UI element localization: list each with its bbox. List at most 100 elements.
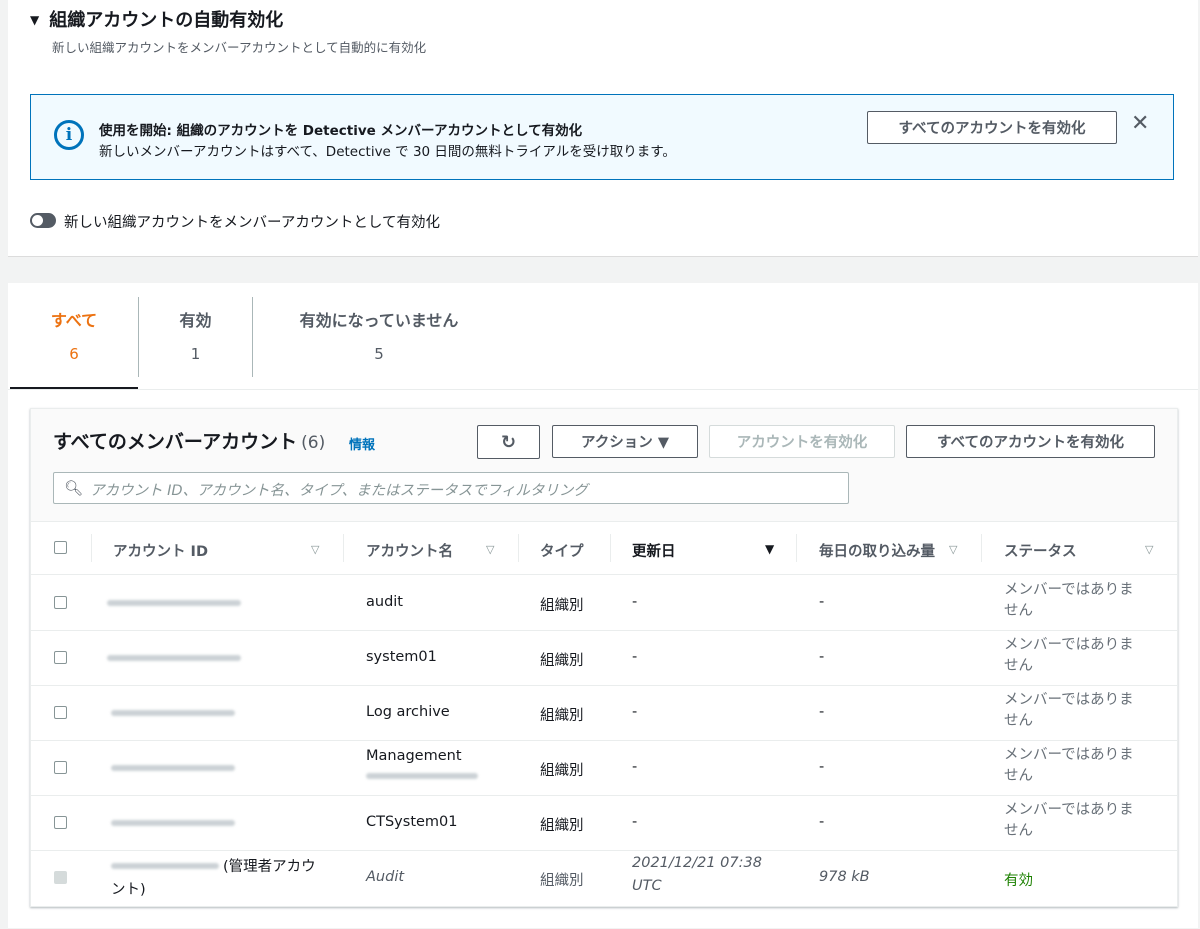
account-email-redacted (366, 773, 478, 779)
tabs-baseline (8, 389, 1198, 390)
status-line: メンバーではありま (1004, 637, 1134, 653)
filter-input[interactable]: 🔍︎ アカウント ID、アカウント名、タイプ、またはステータスでフィルタリング (53, 472, 849, 504)
tab-label: すべて (50, 311, 98, 330)
account-id-redacted (111, 710, 235, 716)
row-checkbox[interactable] (54, 706, 67, 719)
updated-date: - (632, 704, 638, 720)
tab-divider (138, 297, 139, 377)
active-tab-indicator (10, 387, 138, 389)
row-checkbox[interactable] (54, 651, 67, 664)
updated-date: - (632, 594, 638, 610)
updated-date: - (632, 759, 638, 775)
status-line: せん (1004, 658, 1033, 674)
actions-dropdown[interactable]: アクション ▼ (552, 425, 698, 458)
updated-date: - (632, 649, 638, 665)
table-row[interactable]: audit 組織別 - - メンバーではありま せん (31, 575, 1177, 631)
row-checkbox[interactable] (54, 596, 67, 609)
updated-date: 2021/12/21 07:38 (632, 855, 762, 871)
table-row[interactable]: system01 組織別 - - メンバーではありま せん (31, 630, 1177, 686)
members-table: すべてのメンバーアカウント (6) 情報 ↻ アクション ▼ アカウントを有効化 … (30, 408, 1178, 907)
close-icon[interactable]: ✕ (1131, 111, 1149, 136)
status-line: メンバーではありま (1004, 802, 1134, 818)
sort-icon[interactable]: ▽ (1145, 543, 1153, 556)
table-row-admin[interactable]: (管理者アカウ ント) Audit 組織別 2021/12/21 07:38 U… (31, 850, 1177, 905)
account-name: CTSystem01 (366, 814, 458, 830)
tab-all[interactable]: すべて 6 (44, 307, 104, 363)
admin-suffix-cont: ント) (111, 882, 146, 898)
ingest-volume: 978 kB (819, 869, 870, 885)
row-checkbox[interactable] (54, 816, 67, 829)
table-title-text: すべてのメンバーアカウント (53, 431, 298, 453)
tab-label: 有効になっていません (299, 311, 459, 330)
table-title: すべてのメンバーアカウント (6) (53, 427, 325, 454)
enable-account-button[interactable]: アカウントを有効化 (709, 425, 895, 458)
account-type: 組織別 (540, 873, 584, 889)
account-name: Management (366, 748, 462, 764)
banner-title: 使用を開始: 組織のアカウントを Detective メンバーアカウントとして有… (99, 123, 583, 139)
status-line: せん (1004, 713, 1033, 729)
status-text: メンバーではありま せん (1004, 745, 1154, 787)
info-banner: i 使用を開始: 組織のアカウントを Detective メンバーアカウントとし… (30, 94, 1174, 180)
column-header-account-name[interactable]: アカウント名 (366, 540, 453, 561)
column-divider (610, 534, 611, 562)
ingest-volume: - (819, 594, 825, 610)
account-id-redacted (111, 863, 219, 869)
column-header-updated[interactable]: 更新日 (632, 540, 676, 561)
tab-enabled[interactable]: 有効 1 (168, 307, 223, 363)
tab-label: 有効 (179, 311, 212, 330)
account-type: 組織別 (540, 708, 584, 724)
auto-enable-panel: ▼ 組織アカウントの自動有効化 新しい組織アカウントをメンバーアカウントとして自動… (8, 0, 1198, 257)
row-checkbox[interactable] (54, 761, 67, 774)
status-line: メンバーではありま (1004, 747, 1134, 763)
table-row[interactable]: CTSystem01 組織別 - - メンバーではありま せん (31, 795, 1177, 851)
section-title: 組織アカウントの自動有効化 (49, 10, 284, 31)
status-text: メンバーではありま せん (1004, 800, 1154, 842)
column-divider (343, 534, 344, 562)
account-type: 組織別 (540, 598, 584, 614)
sort-icon[interactable]: ▽ (311, 543, 319, 556)
tab-count: 1 (190, 345, 201, 363)
column-header-status[interactable]: ステータス (1004, 540, 1077, 561)
status-text: メンバーではありま せん (1004, 635, 1154, 677)
ingest-volume: - (819, 649, 825, 665)
sort-icon[interactable]: ▽ (949, 543, 957, 556)
caret-down-icon[interactable]: ▼ (30, 13, 39, 27)
refresh-button[interactable]: ↻ (477, 425, 540, 459)
table-row[interactable]: Log archive 組織別 - - メンバーではありま せん (31, 685, 1177, 741)
toggle-knob (32, 215, 43, 226)
column-header-ingest-volume[interactable]: 毎日の取り込み量 (819, 540, 935, 561)
tab-divider (252, 297, 253, 377)
admin-suffix: (管理者アカウ (223, 859, 316, 875)
banner-text: 新しいメンバーアカウントはすべて、Detective で 30 日間の無料トライ… (99, 144, 676, 160)
updated-date-tz: UTC (632, 878, 662, 894)
account-type: 組織別 (540, 763, 584, 779)
tab-count: 6 (69, 345, 79, 363)
banner-enable-all-button[interactable]: すべてのアカウントを有効化 (867, 111, 1117, 144)
row-checkbox-disabled (54, 871, 67, 884)
tab-not-enabled[interactable]: 有効になっていません 5 (284, 307, 474, 363)
section-header[interactable]: ▼ 組織アカウントの自動有効化 (30, 6, 283, 32)
account-id-redacted (111, 765, 235, 771)
account-id-redacted (107, 600, 241, 606)
column-header-type[interactable]: タイプ (540, 540, 584, 561)
account-type: 組織別 (540, 818, 584, 834)
auto-enable-toggle[interactable] (30, 213, 56, 228)
select-all-checkbox[interactable] (54, 541, 67, 554)
table-row[interactable]: Management 組織別 - - メンバーではありま せん (31, 740, 1177, 796)
column-header-account-id[interactable]: アカウント ID (113, 540, 208, 561)
search-icon: 🔍︎ (64, 479, 84, 497)
info-icon: i (54, 120, 84, 150)
enable-all-button[interactable]: すべてのアカウントを有効化 (906, 425, 1155, 458)
account-name: Audit (366, 869, 405, 885)
status-line: せん (1004, 768, 1033, 784)
status-line: せん (1004, 823, 1033, 839)
ingest-volume: - (819, 814, 825, 830)
info-link[interactable]: 情報 (349, 434, 375, 453)
account-name: audit (366, 594, 403, 610)
account-name: Log archive (366, 704, 450, 720)
column-divider (518, 534, 519, 562)
status-line: メンバーではありま (1004, 692, 1134, 708)
sort-desc-icon[interactable]: ▼ (765, 542, 774, 556)
account-id-redacted (107, 655, 241, 661)
sort-icon[interactable]: ▽ (486, 543, 494, 556)
